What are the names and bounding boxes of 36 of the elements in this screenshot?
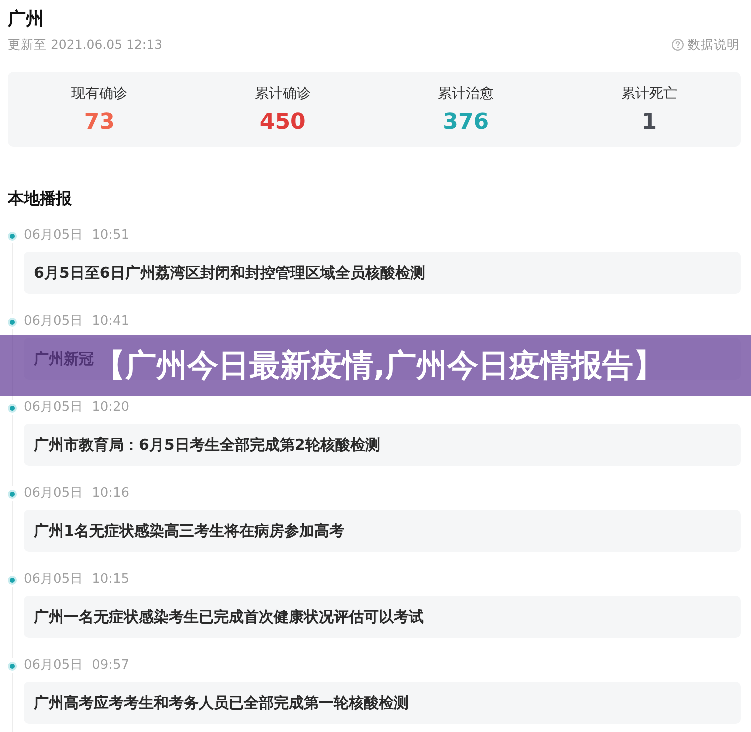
help-icon <box>672 39 684 51</box>
news-date: 06月05日 <box>24 400 84 416</box>
news-time: 10:51 <box>92 228 130 244</box>
news-date: 06月05日 <box>24 572 84 588</box>
stat-value: 376 <box>443 110 490 136</box>
news-card[interactable]: 广州1名无症状感染高三考生将在病房参加高考 <box>24 510 741 552</box>
timeline-dot-icon <box>8 490 17 498</box>
news-date: 06月05日 <box>24 228 84 244</box>
news-time: 10:20 <box>92 400 130 416</box>
news-date: 06月05日 <box>24 486 84 502</box>
news-time: 10:16 <box>92 486 130 502</box>
timeline-dot-icon <box>8 662 17 670</box>
news-date: 06月05日 <box>24 314 84 330</box>
stat-label: 现有确诊 <box>72 85 128 103</box>
stat-value: 73 <box>84 110 115 136</box>
update-time: 更新至 2021.06.05 12:13 <box>8 36 163 54</box>
stat-label: 累计死亡 <box>621 85 678 103</box>
overlay-title: 【广州今日最新疫情,广州今日疫情报告】 <box>94 348 664 384</box>
timeline-dot-icon <box>8 232 17 240</box>
news-date: 06月05日 <box>24 658 84 674</box>
section-title: 本地播报 <box>8 188 72 210</box>
news-card[interactable]: 广州一名无症状感染考生已完成首次健康状况评估可以考试 <box>24 596 741 638</box>
news-card[interactable]: 广州高考应考考生和考务人员已全部完成第一轮核酸检测 <box>24 682 741 724</box>
stat-label: 累计治愈 <box>438 85 494 103</box>
timeline-dot-icon <box>8 404 17 412</box>
timeline-dot-icon <box>8 576 17 584</box>
city-title: 广州 <box>8 10 44 30</box>
news-time: 10:41 <box>92 314 130 330</box>
stat-value: 450 <box>260 110 306 136</box>
news-time: 09:57 <box>92 658 130 674</box>
stat-label: 累计确诊 <box>254 85 311 103</box>
news-card[interactable]: 广州市教育局：6月5日考生全部完成第2轮核酸检测 <box>24 424 741 466</box>
timeline-dot-icon <box>8 318 17 326</box>
news-card[interactable]: 6月5日至6日广州荔湾区封闭和封控管理区域全员核酸检测 <box>24 252 741 294</box>
stat-value: 1 <box>642 110 658 136</box>
news-time: 10:15 <box>92 572 130 588</box>
